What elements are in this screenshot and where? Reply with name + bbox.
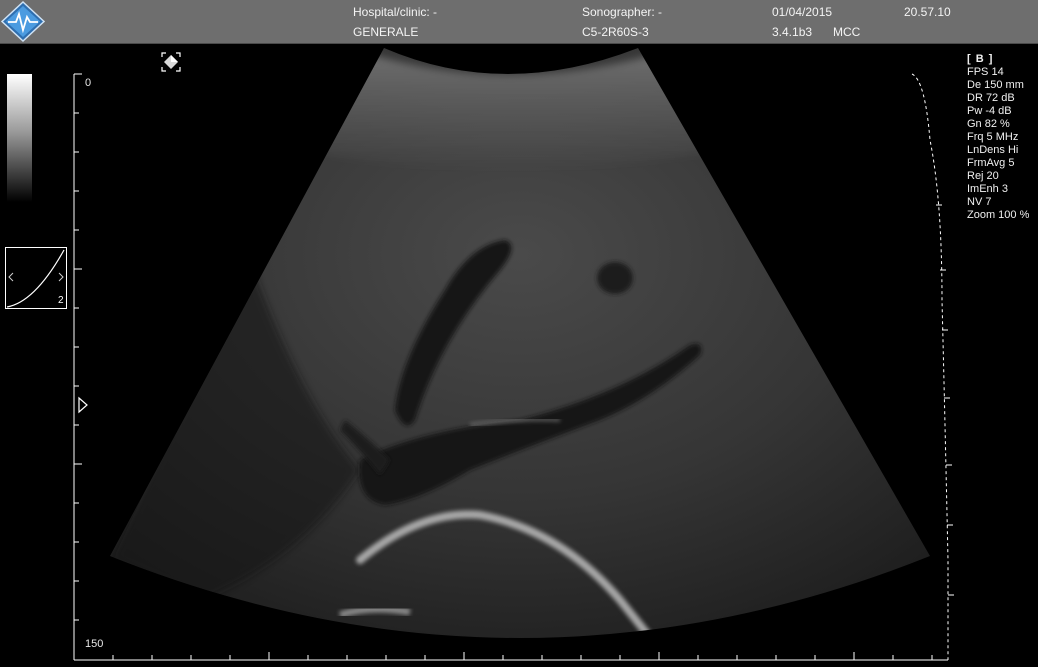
imaging-mode: [ B ] <box>967 53 994 65</box>
lateral-ruler <box>112 652 933 660</box>
esaote-diamond-logo-icon[interactable] <box>0 0 46 43</box>
mode-tag: MCC <box>833 25 861 39</box>
param-nv: NV 7 <box>967 196 992 208</box>
sonographer-label: Sonographer: - <box>582 5 663 19</box>
param-depth: De 150 mm <box>967 79 1024 91</box>
software-version: 3.4.1b3 <box>772 25 813 39</box>
gain-curve-box[interactable]: 2 <box>5 247 67 309</box>
param-image-enhancement: ImEnh 3 <box>967 183 1008 195</box>
focus-marker-icon <box>78 396 88 414</box>
param-line-density: LnDens Hi <box>967 144 1019 156</box>
param-zoom: Zoom 100 % <box>967 209 1030 221</box>
param-power: Pw -4 dB <box>967 105 1012 117</box>
exam-date: 01/04/2015 <box>772 5 833 19</box>
grayscale-map-bar <box>7 74 32 202</box>
header-bar: Hospital/clinic: - GENERALE Sonographer:… <box>0 0 1038 44</box>
param-rejection: Rej 20 <box>967 170 999 182</box>
hospital-value: GENERALE <box>353 25 419 39</box>
param-frame-average: FrmAvg 5 <box>967 157 1015 169</box>
param-gain: Gn 82 % <box>967 118 1010 130</box>
param-fps: FPS 14 <box>967 66 1004 78</box>
tgc-line <box>911 73 949 660</box>
exam-time: 20.57.10 <box>904 5 951 19</box>
probe-name: C5-2R60S-3 <box>582 25 649 39</box>
gain-curve-label: 2 <box>58 295 64 306</box>
frame-select-icon[interactable] <box>161 52 181 72</box>
param-dynamic-range: DR 72 dB <box>967 92 1015 104</box>
hospital-label: Hospital/clinic: - <box>353 5 438 19</box>
ultrasound-image[interactable] <box>0 44 1038 667</box>
vessel-cross-section <box>597 262 633 294</box>
depth-start-label: 0 <box>85 77 92 89</box>
imaging-parameters-panel: [ B ] FPS 14 De 150 mm DR 72 dB Pw -4 dB… <box>967 53 1029 222</box>
param-frequency: Frq 5 MHz <box>967 131 1019 143</box>
depth-end-label: 150 <box>85 638 104 650</box>
